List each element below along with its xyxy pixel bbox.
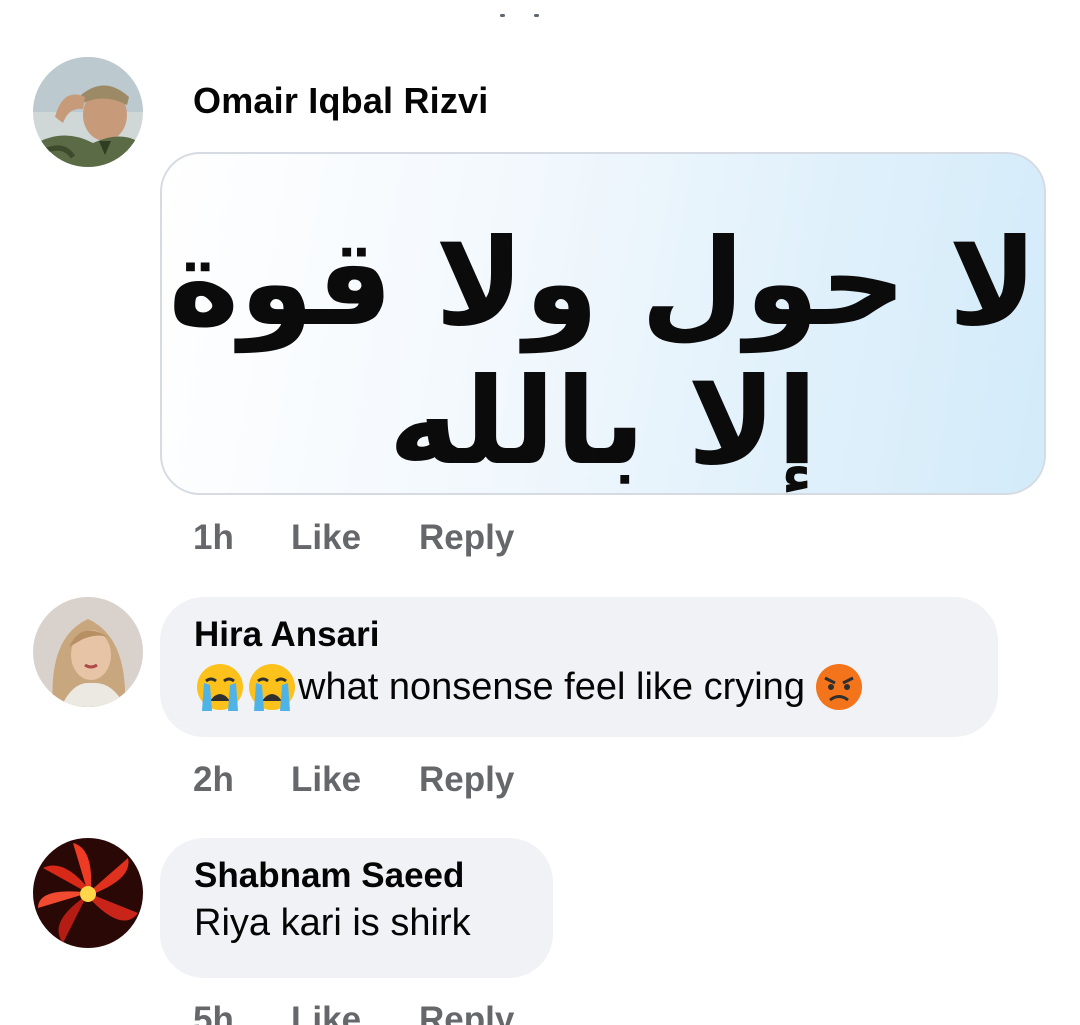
comment-bubble[interactable]: Hira Ansari what nonsense feel like cryi… — [160, 597, 998, 737]
comment-time[interactable]: 2h — [193, 760, 234, 800]
sticker-calligraphy: لا حول ولا قوة إلا بالله — [168, 214, 1038, 492]
comment-author[interactable]: Omair Iqbal Rizvi — [193, 80, 488, 122]
like-button[interactable]: Like — [291, 518, 361, 558]
comment-text-body: what nonsense feel like crying — [298, 665, 805, 708]
sticker-attachment[interactable]: لا حول ولا قوة إلا بالله — [160, 152, 1046, 495]
like-button[interactable]: Like — [291, 1000, 361, 1025]
loudly-crying-face-icon — [194, 661, 246, 713]
like-button[interactable]: Like — [291, 760, 361, 800]
reply-button[interactable]: Reply — [419, 760, 514, 800]
loudly-crying-face-icon — [246, 661, 298, 713]
comment-time[interactable]: 5h — [193, 1000, 234, 1025]
reply-button[interactable]: Reply — [419, 1000, 514, 1025]
reply-button[interactable]: Reply — [419, 518, 514, 558]
angry-face-icon — [813, 661, 865, 713]
avatar[interactable] — [33, 597, 143, 707]
user-photo-icon — [33, 597, 143, 707]
comment-bubble[interactable]: Shabnam Saeed Riya kari is shirk — [160, 838, 553, 978]
scroll-indicator — [500, 14, 544, 20]
comment-author[interactable]: Hira Ansari — [194, 615, 964, 655]
user-photo-icon — [33, 57, 143, 167]
avatar[interactable] — [33, 57, 143, 167]
comment-time[interactable]: 1h — [193, 518, 234, 558]
comment-author[interactable]: Shabnam Saeed — [194, 856, 519, 896]
comments-thread: Omair Iqbal Rizvi لا حول ولا قوة إلا بال… — [0, 0, 1080, 1025]
comment-text: what nonsense feel like crying — [194, 661, 964, 713]
user-photo-icon — [33, 838, 143, 948]
comment-text: Riya kari is shirk — [194, 902, 471, 944]
avatar[interactable] — [33, 838, 143, 948]
